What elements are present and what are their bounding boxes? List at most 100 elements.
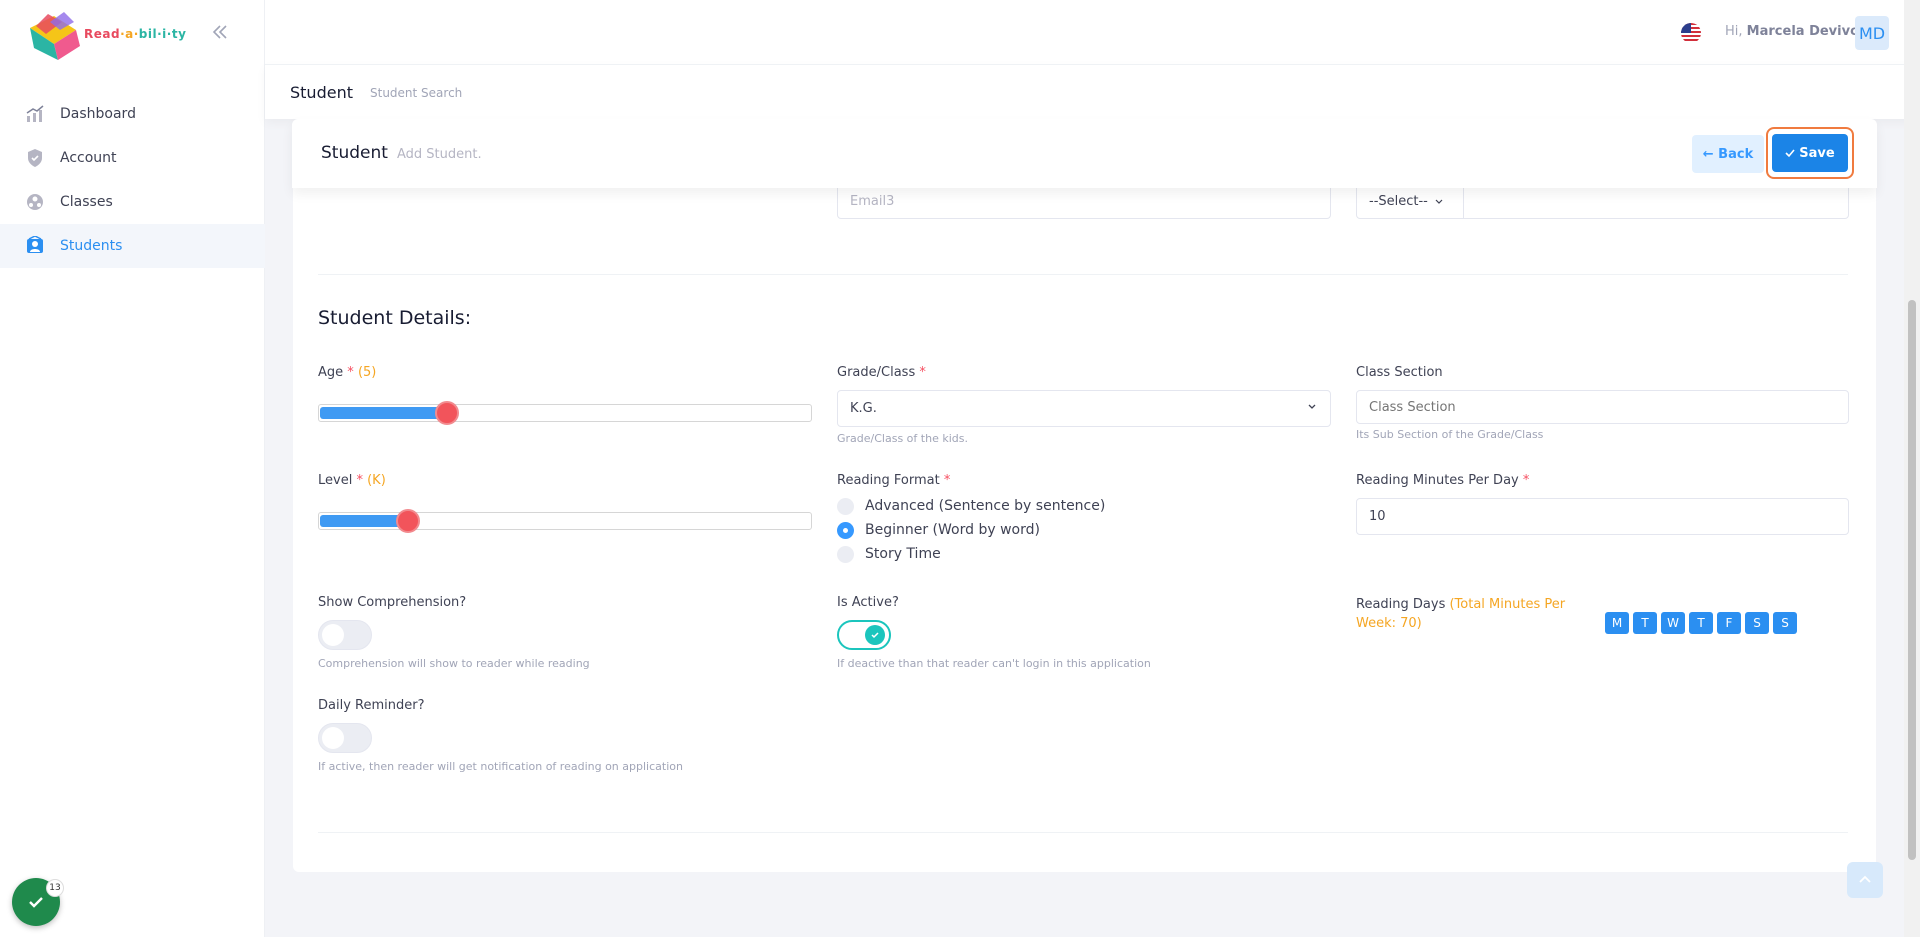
is-active-label: Is Active? bbox=[837, 595, 899, 610]
sidebar-item-students[interactable]: Students bbox=[0, 224, 265, 268]
is-active-hint: If deactive than that reader can't login… bbox=[837, 657, 1151, 670]
scrollbar-thumb[interactable] bbox=[1908, 300, 1916, 860]
day-wednesday[interactable]: W bbox=[1661, 612, 1685, 634]
age-slider[interactable] bbox=[318, 401, 812, 425]
save-button-label: Save bbox=[1799, 145, 1835, 161]
level-value: (K) bbox=[367, 473, 386, 488]
grade-select-value: K.G. bbox=[850, 401, 877, 416]
daily-reminder-label: Daily Reminder? bbox=[318, 698, 425, 713]
reading-days-total-line2: Week: 70) bbox=[1356, 616, 1422, 631]
sidebar-item-classes[interactable]: Classes bbox=[0, 180, 265, 224]
sidebar-nav: Dashboard Account Classes Students bbox=[0, 92, 265, 268]
student-icon bbox=[24, 235, 46, 257]
chart-icon bbox=[24, 103, 46, 125]
page-scrollbar[interactable] bbox=[1904, 0, 1920, 937]
class-section-input[interactable] bbox=[1356, 390, 1849, 424]
required-mark: * bbox=[943, 473, 951, 488]
greeting-prefix: Hi, bbox=[1725, 24, 1743, 39]
daily-reminder-hint: If active, then reader will get notifica… bbox=[318, 760, 683, 773]
level-label: Level * (K) bbox=[318, 473, 386, 488]
radio-beginner[interactable] bbox=[837, 522, 854, 539]
avatar[interactable]: MD bbox=[1855, 16, 1889, 50]
show-comprehension-label: Show Comprehension? bbox=[318, 595, 467, 610]
reading-minutes-label-text: Reading Minutes Per Day bbox=[1356, 473, 1519, 488]
required-mark: * bbox=[1522, 473, 1530, 488]
reading-days-label: Reading Days (Total Minutes Per Week: 70… bbox=[1356, 595, 1586, 633]
day-tuesday[interactable]: T bbox=[1633, 612, 1657, 634]
sidebar-item-account[interactable]: Account bbox=[0, 136, 265, 180]
sidebar-item-label: Dashboard bbox=[60, 106, 136, 122]
shield-icon bbox=[24, 147, 46, 169]
page-title: Student bbox=[290, 83, 353, 102]
back-button[interactable]: ← Back bbox=[1692, 135, 1764, 173]
classes-icon bbox=[24, 191, 46, 213]
age-label-text: Age bbox=[318, 365, 344, 380]
age-value: (5) bbox=[357, 365, 377, 380]
day-saturday[interactable]: S bbox=[1745, 612, 1769, 634]
subheader: Student Student Search bbox=[265, 64, 1920, 119]
section-divider bbox=[318, 832, 1848, 833]
day-monday[interactable]: M bbox=[1605, 612, 1629, 634]
toggle-knob-check-icon bbox=[865, 625, 885, 645]
phone-number-input[interactable] bbox=[1463, 184, 1849, 219]
day-thursday[interactable]: T bbox=[1689, 612, 1713, 634]
age-slider-fill bbox=[320, 407, 448, 419]
class-section-hint: Its Sub Section of the Grade/Class bbox=[1356, 428, 1544, 441]
reading-minutes-value: 10 bbox=[1369, 509, 1386, 524]
us-flag-icon[interactable] bbox=[1681, 23, 1701, 43]
reading-minutes-label: Reading Minutes Per Day * bbox=[1356, 473, 1529, 488]
reading-days-label-text: Reading Days bbox=[1356, 597, 1446, 612]
email3-input[interactable]: Email3 bbox=[837, 184, 1331, 219]
check-icon bbox=[1785, 149, 1795, 158]
sidebar-item-label: Students bbox=[60, 238, 123, 254]
level-slider-thumb[interactable] bbox=[395, 509, 420, 533]
phone-code-select[interactable]: --Select-- bbox=[1356, 184, 1464, 219]
grade-select[interactable]: K.G. bbox=[837, 390, 1331, 427]
day-sunday[interactable]: S bbox=[1773, 612, 1797, 634]
day-friday[interactable]: F bbox=[1717, 612, 1741, 634]
age-slider-thumb[interactable] bbox=[434, 401, 459, 425]
toggle-knob bbox=[322, 624, 344, 646]
reading-format-label: Reading Format * bbox=[837, 473, 950, 488]
chevron-down-icon bbox=[1435, 199, 1443, 204]
level-label-text: Level bbox=[318, 473, 353, 488]
radio-story-time-label[interactable]: Story Time bbox=[865, 546, 941, 562]
required-mark: * bbox=[356, 473, 363, 488]
top-header: Hi, Marcela Devivo MD bbox=[265, 0, 1920, 64]
user-greeting[interactable]: Hi, Marcela Devivo bbox=[1725, 24, 1859, 39]
save-button[interactable]: Save bbox=[1772, 134, 1848, 172]
class-section-label: Class Section bbox=[1356, 365, 1443, 380]
is-active-toggle[interactable] bbox=[837, 620, 891, 650]
radio-advanced[interactable] bbox=[837, 498, 854, 515]
required-mark: * bbox=[919, 365, 926, 380]
scroll-to-top-button[interactable] bbox=[1847, 862, 1883, 898]
book-logo-icon bbox=[24, 8, 86, 60]
collapse-sidebar-icon[interactable] bbox=[210, 22, 232, 44]
reading-days-total: (Total Minutes Per bbox=[1449, 597, 1566, 612]
level-slider[interactable] bbox=[318, 509, 812, 533]
arrow-up-icon bbox=[1859, 875, 1871, 883]
sidebar-item-label: Classes bbox=[60, 194, 113, 210]
breadcrumb[interactable]: Student Search bbox=[370, 86, 462, 100]
logo-wordmark: Read·a·bil·i·ty bbox=[84, 27, 187, 41]
reading-minutes-input[interactable]: 10 bbox=[1356, 498, 1849, 535]
grade-hint: Grade/Class of the kids. bbox=[837, 432, 968, 445]
app-logo[interactable]: Read·a·bil·i·ty bbox=[24, 8, 187, 60]
section-divider bbox=[318, 274, 1848, 275]
required-mark: * bbox=[347, 365, 354, 380]
user-name: Marcela Devivo bbox=[1746, 24, 1860, 39]
daily-reminder-toggle[interactable] bbox=[318, 723, 372, 753]
card-title: Student bbox=[321, 143, 388, 163]
notification-count-badge: 13 bbox=[46, 879, 64, 897]
radio-advanced-label[interactable]: Advanced (Sentence by sentence) bbox=[865, 498, 1105, 514]
radio-beginner-label[interactable]: Beginner (Word by word) bbox=[865, 522, 1040, 538]
reading-format-label-text: Reading Format bbox=[837, 473, 940, 488]
sidebar-item-dashboard[interactable]: Dashboard bbox=[0, 92, 265, 136]
toggle-knob bbox=[322, 727, 344, 749]
radio-story-time[interactable] bbox=[837, 546, 854, 563]
card-subtitle: Add Student. bbox=[397, 147, 482, 162]
show-comprehension-toggle[interactable] bbox=[318, 620, 372, 650]
grade-label: Grade/Class * bbox=[837, 365, 926, 380]
age-label: Age * (5) bbox=[318, 365, 376, 380]
chevron-down-icon bbox=[1308, 404, 1316, 409]
